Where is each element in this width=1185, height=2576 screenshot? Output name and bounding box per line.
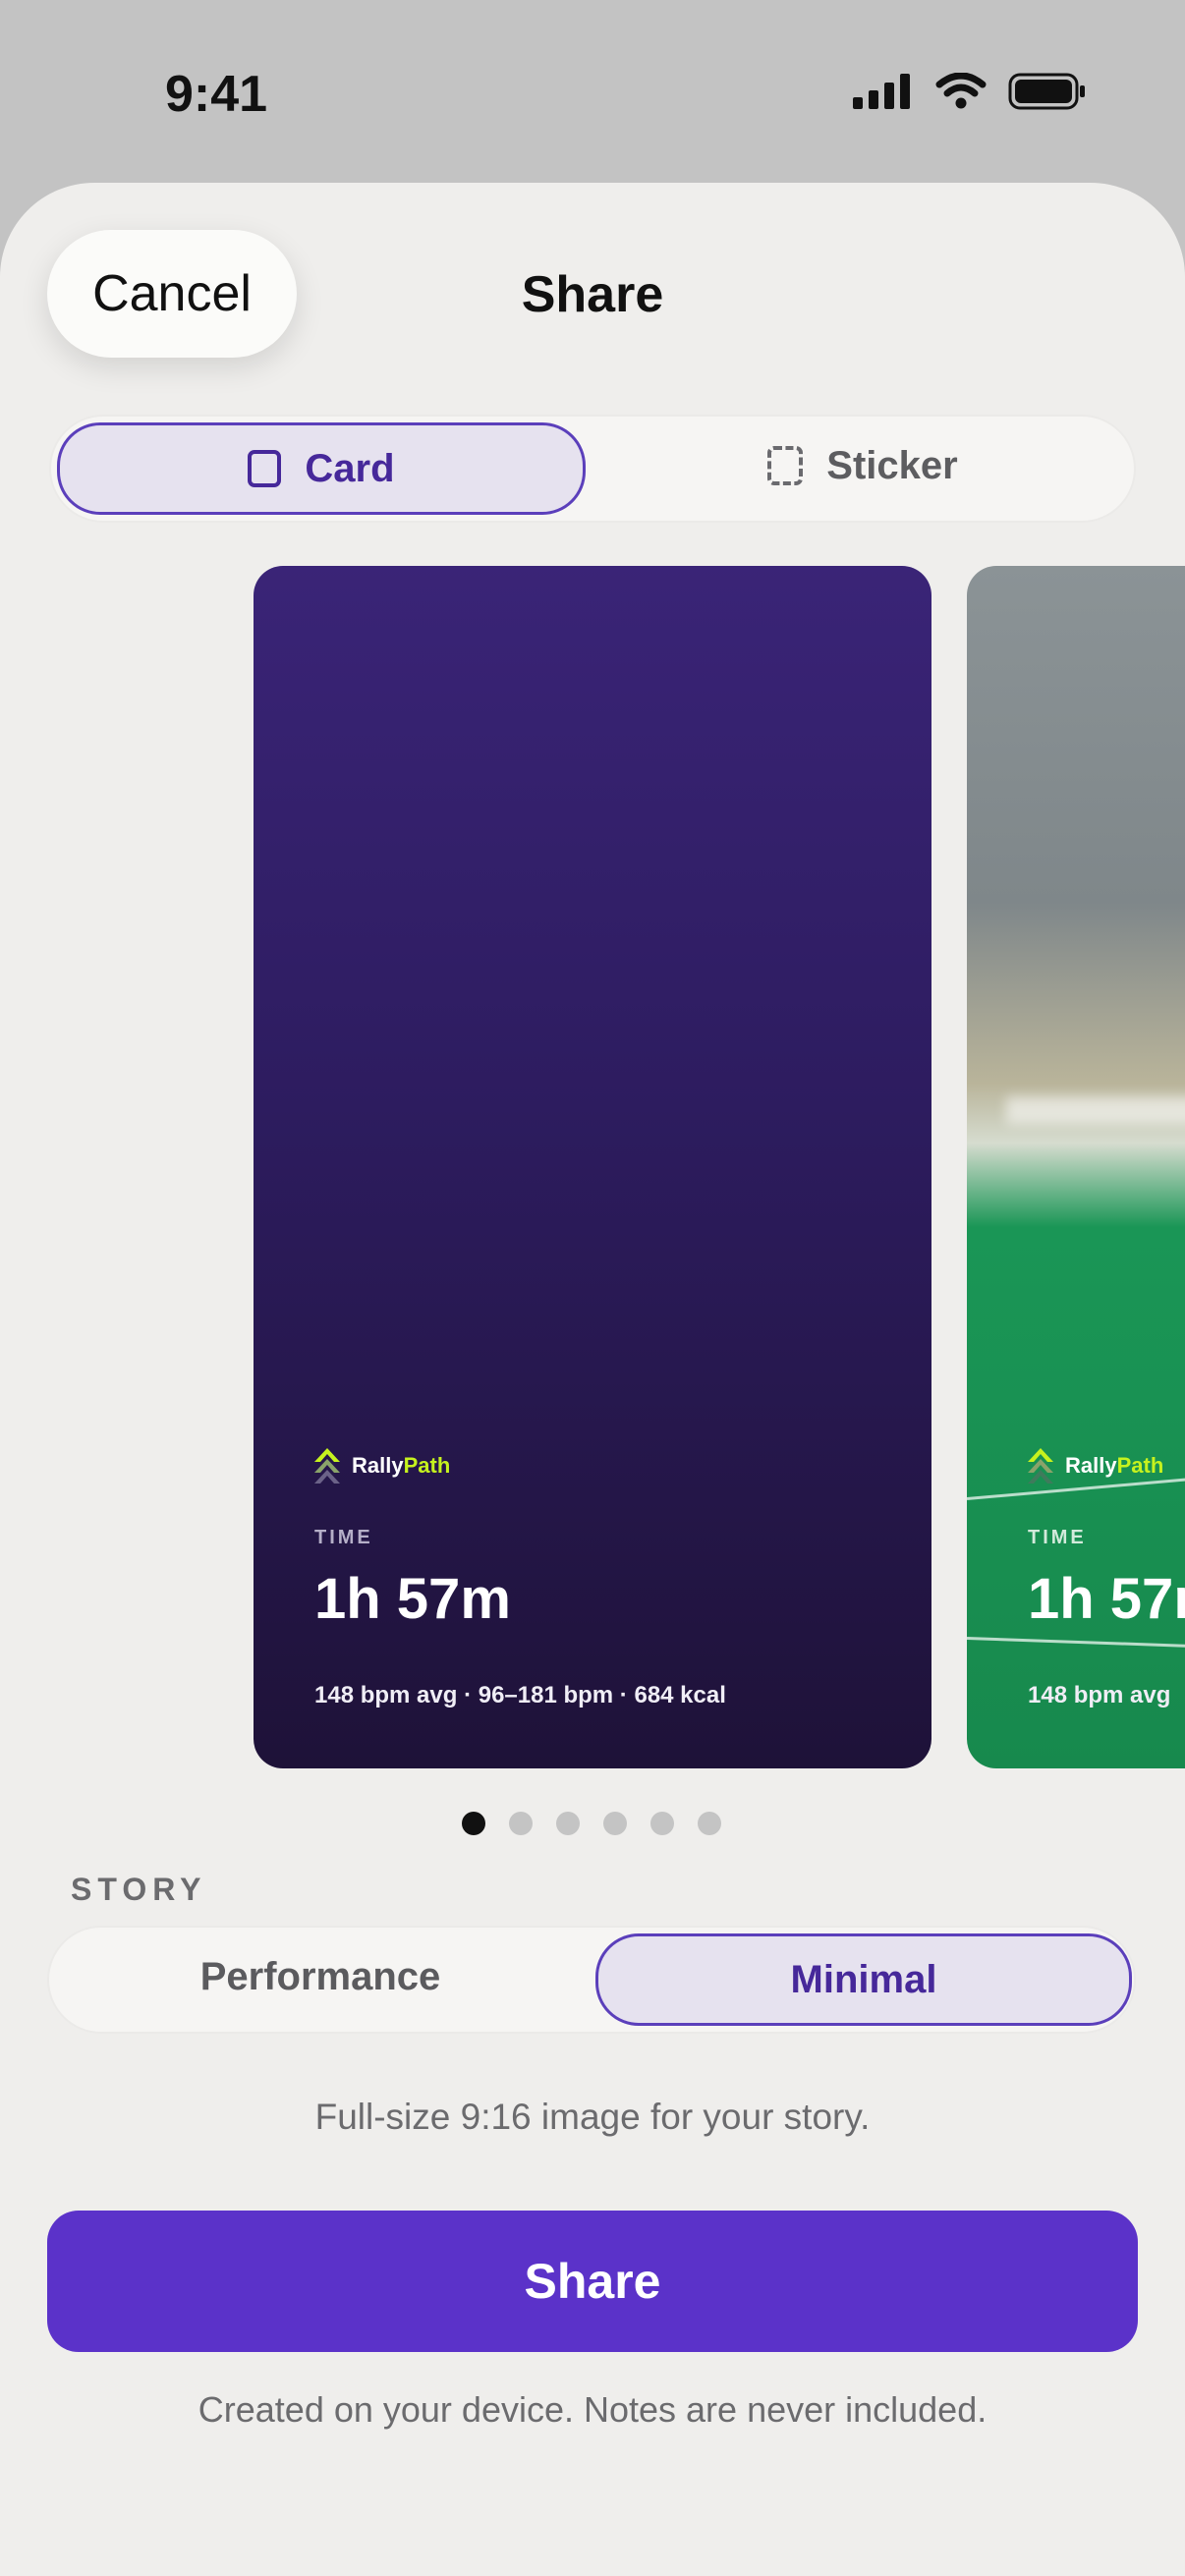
rallypath-logo-icon: [314, 1448, 340, 1484]
stat-caption: TIME: [1028, 1527, 1087, 1548]
tab-sticker-label: Sticker: [826, 443, 958, 487]
sticker-icon: [767, 446, 804, 485]
battery-icon: [1008, 73, 1085, 110]
tab-sticker[interactable]: Sticker: [597, 422, 1128, 509]
story-style-segmented-control: Performance Minimal: [49, 1928, 1134, 2032]
card-icon: [248, 450, 282, 487]
brand-logo: RallyPath: [312, 1446, 450, 1485]
page-dot[interactable]: [650, 1812, 674, 1835]
status-icons: [853, 73, 1087, 110]
stat-value: 1h 57m: [314, 1567, 511, 1631]
brand-name-part2: Path: [403, 1453, 451, 1478]
stat-caption: TIME: [314, 1527, 373, 1548]
page-dot[interactable]: [509, 1812, 533, 1835]
stat-value: 1h 57m: [1028, 1567, 1185, 1631]
brand-name-part1: Rally: [1065, 1453, 1117, 1478]
rallypath-logo-icon: [1028, 1448, 1053, 1484]
story-section-label: STORY: [71, 1872, 207, 1907]
option-performance[interactable]: Performance: [55, 1933, 586, 2020]
preview-card-minimal[interactable]: RallyPath TIME 1h 57m 148 bpm avg · 96–1…: [254, 566, 931, 1768]
brand-logo: RallyPath: [1026, 1446, 1163, 1485]
privacy-footnote: Created on your device. Notes are never …: [198, 2389, 988, 2430]
stat-meta: 148 bpm avg: [1028, 1682, 1171, 1708]
wifi-icon: [935, 73, 987, 109]
sheet-title: Share: [521, 266, 664, 323]
share-button[interactable]: Share: [47, 2211, 1138, 2352]
preview-card-photo[interactable]: RallyPath TIME 1h 57m 148 bpm avg: [967, 566, 1185, 1768]
page-dot[interactable]: [603, 1812, 627, 1835]
page-dot[interactable]: [556, 1812, 580, 1835]
court-line: [967, 1637, 1185, 1652]
status-time: 9:41: [165, 66, 268, 123]
page-indicator: [462, 1812, 721, 1835]
tab-card[interactable]: Card: [57, 422, 586, 515]
signal-icon: [853, 74, 910, 109]
tab-card-label: Card: [305, 446, 395, 490]
photo-blur: [1006, 1096, 1185, 1124]
page-dot[interactable]: [698, 1812, 721, 1835]
brand-name-part1: Rally: [352, 1453, 404, 1478]
stat-meta: 148 bpm avg · 96–181 bpm · 684 kcal: [314, 1682, 726, 1708]
option-minimal[interactable]: Minimal: [595, 1933, 1132, 2026]
brand-name-part2: Path: [1116, 1453, 1164, 1478]
story-description: Full-size 9:16 image for your story.: [314, 2097, 871, 2137]
page-dot[interactable]: [462, 1812, 485, 1835]
format-segmented-control: Card Sticker: [51, 417, 1134, 521]
